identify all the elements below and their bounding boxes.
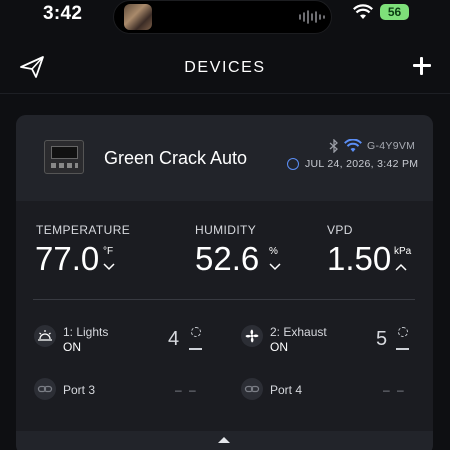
status-time: 3:42 [43, 3, 83, 24]
fan-icon [245, 329, 259, 343]
wifi-icon [344, 139, 362, 152]
temperature-unit: °F [103, 246, 114, 257]
device-card[interactable]: Green Crack Auto G-4Y9VM JUL 24, 2026, 3… [16, 115, 433, 450]
chevron-up-icon [395, 263, 407, 271]
port-3-name[interactable]: Port 3 [63, 383, 95, 397]
mode-auto-icon [191, 327, 201, 337]
port-1-name[interactable]: 1: Lights [63, 325, 108, 339]
vpd-unit: kPa [394, 246, 412, 257]
app-header: DEVICES [0, 42, 450, 94]
port-4-name[interactable]: Port 4 [270, 383, 302, 397]
dynamic-island[interactable] [113, 0, 332, 34]
audio-waveform-icon [299, 10, 325, 24]
mode-underline [189, 348, 202, 350]
mode-auto-icon [398, 327, 408, 337]
temperature-label: TEMPERATURE [36, 223, 131, 237]
controller-image [44, 140, 84, 174]
device-id: G-4Y9VM [367, 140, 416, 152]
status-bar: 3:42 56 [0, 0, 450, 34]
last-updated-timestamp: JUL 24, 2026, 3:42 PM [305, 158, 419, 170]
port-2-name[interactable]: 2: Exhaust [270, 325, 327, 339]
wifi-status-icon [353, 4, 373, 19]
port-1-icon-badge [34, 325, 56, 347]
humidity-label: HUMIDITY [195, 223, 257, 237]
clock-icon [287, 158, 299, 170]
port-1-level: 4 [168, 328, 180, 350]
port-1-state: ON [63, 340, 81, 354]
vpd-value: 1.50 [327, 240, 392, 277]
temperature-value: 77.0 [35, 240, 100, 277]
chevron-down-icon [103, 263, 115, 271]
port-3-level: – – [175, 383, 198, 397]
divider [33, 299, 415, 300]
link-icon [37, 385, 53, 393]
mode-underline [396, 348, 409, 350]
port-4-icon-badge [241, 378, 263, 400]
port-3-icon-badge [34, 378, 56, 400]
humidity-unit: % [269, 246, 278, 257]
device-card-header[interactable]: Green Crack Auto G-4Y9VM JUL 24, 2026, 3… [16, 115, 433, 201]
add-device-button[interactable] [410, 54, 434, 78]
vpd-label: VPD [327, 223, 353, 237]
device-name: Green Crack Auto [104, 148, 248, 168]
page-title: DEVICES [184, 59, 266, 76]
port-2-level: 5 [376, 328, 388, 350]
expand-arrow-icon[interactable] [218, 437, 230, 443]
port-4-level: – – [383, 383, 406, 397]
link-icon [244, 385, 260, 393]
port-2-state: ON [270, 340, 288, 354]
now-playing-artwork[interactable] [124, 4, 152, 30]
chevron-down-icon [269, 263, 281, 271]
port-2-icon-badge [241, 325, 263, 347]
battery-indicator: 56 [380, 4, 409, 20]
sunrise-icon [38, 330, 52, 341]
humidity-value: 52.6 [195, 240, 260, 277]
bluetooth-icon [329, 139, 338, 153]
